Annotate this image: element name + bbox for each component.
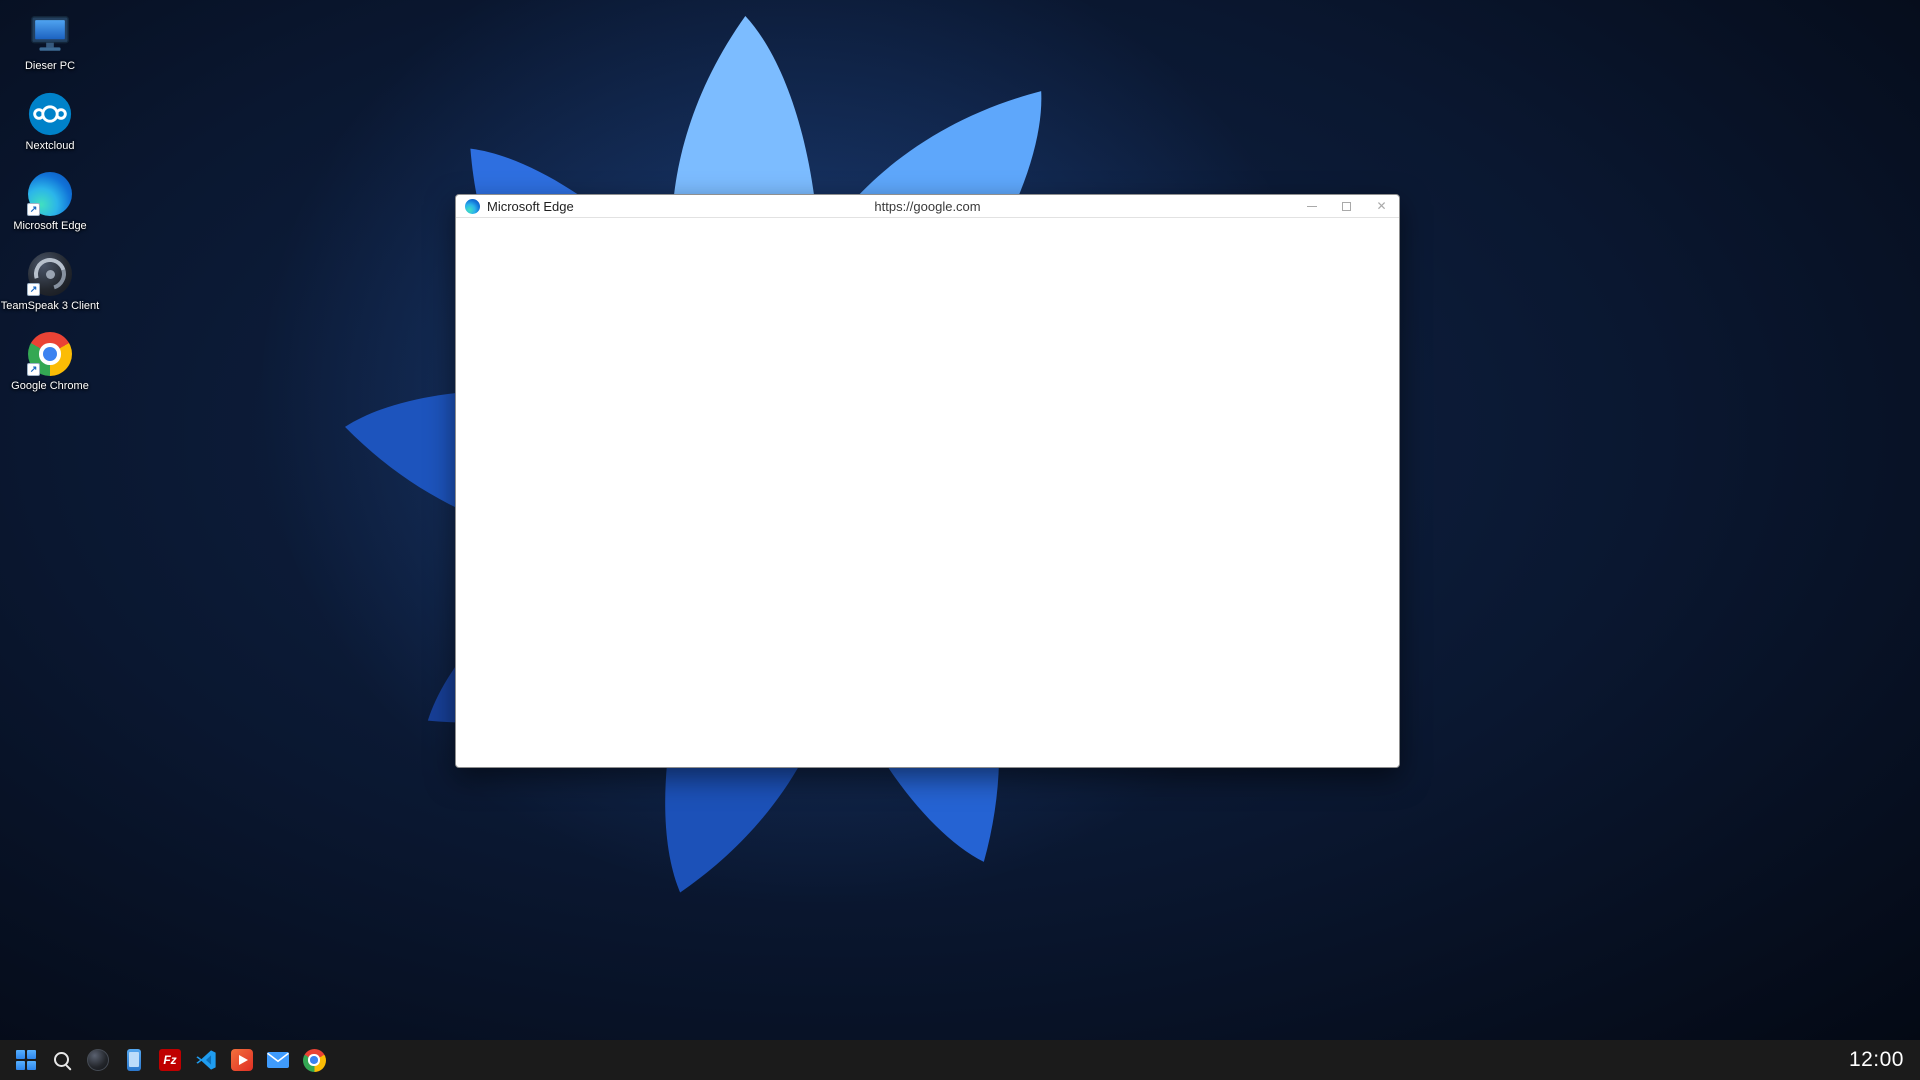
dark-circle-app-icon xyxy=(87,1049,109,1071)
taskbar: Fz 12:00 xyxy=(0,1040,1920,1080)
desktop-icon-label: Microsoft Edge xyxy=(13,220,86,232)
desktop-icon-microsoft-edge[interactable]: ↗ Microsoft Edge xyxy=(4,166,96,246)
edge-window: Microsoft Edge https://google.com ✕ xyxy=(455,194,1400,768)
close-button[interactable]: ✕ xyxy=(1364,195,1399,217)
chrome-icon xyxy=(303,1049,326,1072)
chrome-icon: ↗ xyxy=(27,331,73,377)
this-pc-icon xyxy=(27,11,73,57)
desktop-icon-label: Dieser PC xyxy=(25,60,75,72)
desktop-icon-teamspeak[interactable]: ↗ TeamSpeak 3 Client xyxy=(4,246,96,326)
chrome-taskbar-button[interactable] xyxy=(296,1042,332,1078)
desktop-icon-dieser-pc[interactable]: Dieser PC xyxy=(4,6,96,86)
shortcut-arrow-icon: ↗ xyxy=(27,283,40,296)
shortcut-arrow-icon: ↗ xyxy=(27,203,40,216)
window-controls: ✕ xyxy=(1294,195,1399,217)
vscode-button[interactable] xyxy=(188,1042,224,1078)
maximize-button[interactable] xyxy=(1329,195,1364,217)
windows-start-icon xyxy=(16,1050,36,1070)
window-title-group: Microsoft Edge xyxy=(456,199,574,214)
filezilla-icon: Fz xyxy=(159,1049,181,1071)
phone-icon xyxy=(127,1049,141,1071)
minimize-button[interactable] xyxy=(1294,195,1329,217)
start-button[interactable] xyxy=(8,1042,44,1078)
desktop-icon-label: Google Chrome xyxy=(11,380,89,392)
taskbar-clock[interactable]: 12:00 xyxy=(1849,1048,1904,1072)
edge-icon: ↗ xyxy=(27,171,73,217)
orange-arrow-app-icon xyxy=(231,1049,253,1071)
mail-icon xyxy=(266,1051,290,1069)
taskbar-icon-group: Fz xyxy=(0,1042,332,1078)
vscode-icon xyxy=(195,1049,217,1071)
window-titlebar[interactable]: Microsoft Edge https://google.com ✕ xyxy=(456,195,1399,218)
orange-app-button[interactable] xyxy=(224,1042,260,1078)
maximize-icon xyxy=(1342,202,1351,211)
desktop-icon-google-chrome[interactable]: ↗ Google Chrome xyxy=(4,326,96,406)
desktop-icon-label: Nextcloud xyxy=(26,140,75,152)
filezilla-button[interactable]: Fz xyxy=(152,1042,188,1078)
nextcloud-icon xyxy=(27,91,73,137)
edge-icon xyxy=(465,199,480,214)
phone-app-button[interactable] xyxy=(116,1042,152,1078)
mail-button[interactable] xyxy=(260,1042,296,1078)
shortcut-arrow-icon: ↗ xyxy=(27,363,40,376)
desktop-icon-nextcloud[interactable]: Nextcloud xyxy=(4,86,96,166)
search-icon xyxy=(52,1050,72,1070)
window-title: Microsoft Edge xyxy=(487,199,574,214)
desktop-icon-column: Dieser PC Nextcloud ↗ Microsoft Edge ↗ xyxy=(4,6,96,406)
search-button[interactable] xyxy=(44,1042,80,1078)
desktop-icon-label: TeamSpeak 3 Client xyxy=(1,300,99,312)
window-url: https://google.com xyxy=(874,199,980,214)
teamspeak-icon: ↗ xyxy=(27,251,73,297)
dark-circle-app-button[interactable] xyxy=(80,1042,116,1078)
close-icon: ✕ xyxy=(1376,200,1386,212)
browser-viewport[interactable] xyxy=(456,218,1399,767)
minimize-icon xyxy=(1307,206,1317,207)
